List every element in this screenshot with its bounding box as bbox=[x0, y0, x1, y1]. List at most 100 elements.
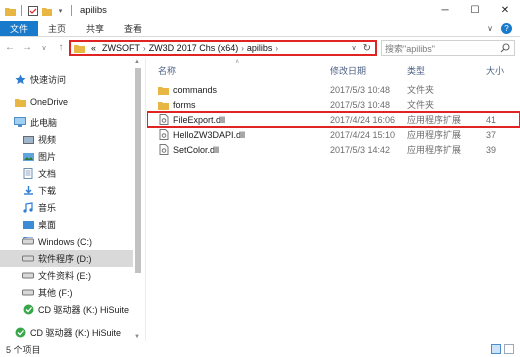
sidebar-item-drive-c[interactable]: Windows (C:) bbox=[22, 233, 92, 250]
item-count: 5 个项目 bbox=[6, 344, 41, 355]
sidebar-item-documents[interactable]: 文档 bbox=[22, 165, 56, 182]
file-list: ∧ 名称 修改日期 类型 大小 commands 2017/5/3 10:48 … bbox=[147, 58, 520, 341]
sidebar-item-drive-f[interactable]: 其他 (F:) bbox=[22, 284, 73, 301]
sidebar-item-desktop[interactable]: 桌面 bbox=[22, 216, 56, 233]
picture-folder-icon bbox=[22, 151, 34, 163]
up-arrow-icon[interactable]: ↑ bbox=[54, 41, 68, 55]
search-box[interactable]: 搜索"apilibs" bbox=[381, 40, 515, 56]
video-folder-icon bbox=[22, 134, 34, 146]
sidebar-item-this-pc[interactable]: 此电脑 bbox=[14, 114, 57, 131]
folder-icon bbox=[14, 96, 26, 108]
scrollbar-thumb[interactable] bbox=[135, 68, 141, 273]
drive-icon bbox=[22, 253, 34, 265]
sidebar-scrollbar[interactable]: ▲ ▼ bbox=[133, 58, 143, 341]
sidebar-item-drive-e[interactable]: 文件资料 (E:) bbox=[22, 267, 91, 284]
sidebar-item-cd-drive[interactable]: CD 驱动器 (K:) HiSuite bbox=[22, 301, 129, 318]
status-bar: 5 个项目 bbox=[0, 341, 520, 357]
tab-share[interactable]: 共享 bbox=[76, 21, 114, 36]
folder-icon bbox=[158, 84, 169, 95]
sidebar-item-downloads[interactable]: 下载 bbox=[22, 182, 56, 199]
sidebar-item-cd-drive-root[interactable]: CD 驱动器 (K:) HiSuite bbox=[14, 324, 121, 341]
drive-icon bbox=[22, 287, 34, 299]
file-date: 2017/4/24 15:10 bbox=[330, 129, 396, 140]
column-header-type[interactable]: 类型 bbox=[407, 63, 425, 77]
sidebar-item-onedrive[interactable]: OneDrive bbox=[14, 93, 68, 110]
ribbon-tabs: 文件 主页 共享 查看 ∨ ? bbox=[0, 21, 520, 37]
refresh-icon[interactable]: ↻ bbox=[363, 43, 371, 54]
recent-locations-chevron-icon[interactable]: ∨ bbox=[37, 41, 51, 55]
sidebar-item-music[interactable]: 音乐 bbox=[22, 199, 56, 216]
quick-access-toolbar: ▾ bbox=[0, 5, 74, 16]
breadcrumb-apilibs[interactable]: apilibs bbox=[247, 43, 273, 53]
sidebar-item-drive-d[interactable]: 软件程序 (D:) bbox=[0, 250, 133, 267]
scroll-down-arrow-icon[interactable]: ▼ bbox=[134, 334, 140, 340]
new-folder-icon[interactable] bbox=[41, 5, 52, 16]
computer-icon bbox=[14, 117, 26, 129]
table-row[interactable]: FileExport.dll 2017/4/24 16:06 应用程序扩展 41 bbox=[147, 111, 520, 128]
file-size: 41 bbox=[486, 114, 497, 125]
close-button[interactable]: ✕ bbox=[490, 0, 520, 21]
customize-toolbar-icon[interactable]: ▾ bbox=[55, 5, 66, 16]
address-bar[interactable]: « ZWSOFT › ZW3D 2017 Chs (x64) › apilibs… bbox=[69, 40, 377, 56]
details-view-icon[interactable] bbox=[491, 344, 501, 354]
column-header-name[interactable]: 名称 bbox=[158, 63, 176, 77]
back-arrow-icon[interactable]: ← bbox=[3, 41, 17, 55]
folder-icon[interactable] bbox=[5, 5, 16, 16]
breadcrumb-zwsoft[interactable]: ZWSOFT bbox=[102, 43, 140, 53]
sort-ascending-icon: ∧ bbox=[235, 59, 240, 65]
table-row[interactable]: HelloZW3DAPI.dll 2017/4/24 15:10 应用程序扩展 … bbox=[147, 127, 520, 142]
breadcrumb-zw3d[interactable]: ZW3D 2017 Chs (x64) bbox=[149, 43, 239, 53]
table-row[interactable]: commands 2017/5/3 10:48 文件夹 bbox=[147, 82, 520, 97]
tab-file[interactable]: 文件 bbox=[0, 21, 39, 36]
column-header-date[interactable]: 修改日期 bbox=[330, 63, 366, 77]
tab-view[interactable]: 查看 bbox=[114, 21, 152, 36]
search-icon[interactable] bbox=[500, 43, 510, 55]
breadcrumb-separator[interactable]: › bbox=[241, 44, 244, 53]
sidebar-item-label: 视频 bbox=[38, 135, 57, 145]
sidebar-item-label: 其他 (F:) bbox=[38, 288, 73, 298]
table-row[interactable]: SetColor.dll 2017/5/3 14:42 应用程序扩展 39 bbox=[147, 142, 520, 157]
file-size: 39 bbox=[486, 144, 497, 155]
properties-icon[interactable] bbox=[27, 5, 38, 16]
cd-drive-icon bbox=[14, 327, 26, 339]
file-date: 2017/5/3 14:42 bbox=[330, 144, 391, 155]
drive-icon bbox=[22, 270, 34, 282]
address-history-chevron-icon[interactable]: ∨ bbox=[351, 44, 356, 52]
file-size: 37 bbox=[486, 129, 497, 140]
sidebar-item-label: 文件资料 (E:) bbox=[38, 271, 91, 281]
file-type: 应用程序扩展 bbox=[407, 145, 462, 155]
sidebar-item-label: CD 驱动器 (K:) HiSuite bbox=[30, 328, 122, 338]
file-name: SetColor.dll bbox=[173, 144, 220, 155]
file-name: forms bbox=[173, 99, 196, 110]
tab-home[interactable]: 主页 bbox=[38, 21, 76, 36]
breadcrumb-separator[interactable]: › bbox=[143, 44, 146, 53]
sidebar-item-label: Windows (C:) bbox=[38, 236, 93, 247]
search-input[interactable]: 搜索"apilibs" bbox=[385, 42, 435, 55]
file-name: FileExport.dll bbox=[173, 114, 226, 125]
sidebar-item-label: 文档 bbox=[38, 169, 57, 179]
column-header-size[interactable]: 大小 bbox=[486, 63, 504, 77]
breadcrumb-overflow[interactable]: « bbox=[91, 43, 96, 53]
help-icon[interactable]: ? bbox=[501, 23, 512, 34]
cd-drive-icon bbox=[22, 304, 34, 316]
table-row[interactable]: forms 2017/5/3 10:48 文件夹 bbox=[147, 97, 520, 112]
sidebar-item-label: OneDrive bbox=[30, 96, 69, 107]
sidebar-item-label: 图片 bbox=[38, 152, 57, 162]
file-name: commands bbox=[173, 84, 218, 95]
sidebar-item-videos[interactable]: 视频 bbox=[22, 131, 56, 148]
forward-arrow-icon[interactable]: → bbox=[20, 41, 34, 55]
minimize-button[interactable]: ─ bbox=[430, 0, 460, 21]
sidebar-item-pictures[interactable]: 图片 bbox=[22, 148, 56, 165]
breadcrumb-separator[interactable]: › bbox=[275, 44, 278, 53]
dll-file-icon bbox=[158, 114, 169, 125]
maximize-button[interactable]: ☐ bbox=[460, 0, 490, 21]
file-date: 2017/5/3 10:48 bbox=[330, 84, 391, 95]
folder-icon bbox=[158, 99, 169, 110]
sidebar-item-quick-access[interactable]: 快速访问 bbox=[14, 71, 66, 88]
expand-ribbon-icon[interactable]: ∨ bbox=[487, 24, 493, 33]
large-icons-view-icon[interactable] bbox=[504, 344, 514, 354]
scroll-up-arrow-icon[interactable]: ▲ bbox=[134, 59, 140, 65]
music-folder-icon bbox=[22, 202, 34, 214]
file-date: 2017/5/3 10:48 bbox=[330, 99, 391, 110]
sidebar-item-label: CD 驱动器 (K:) HiSuite bbox=[38, 305, 130, 315]
